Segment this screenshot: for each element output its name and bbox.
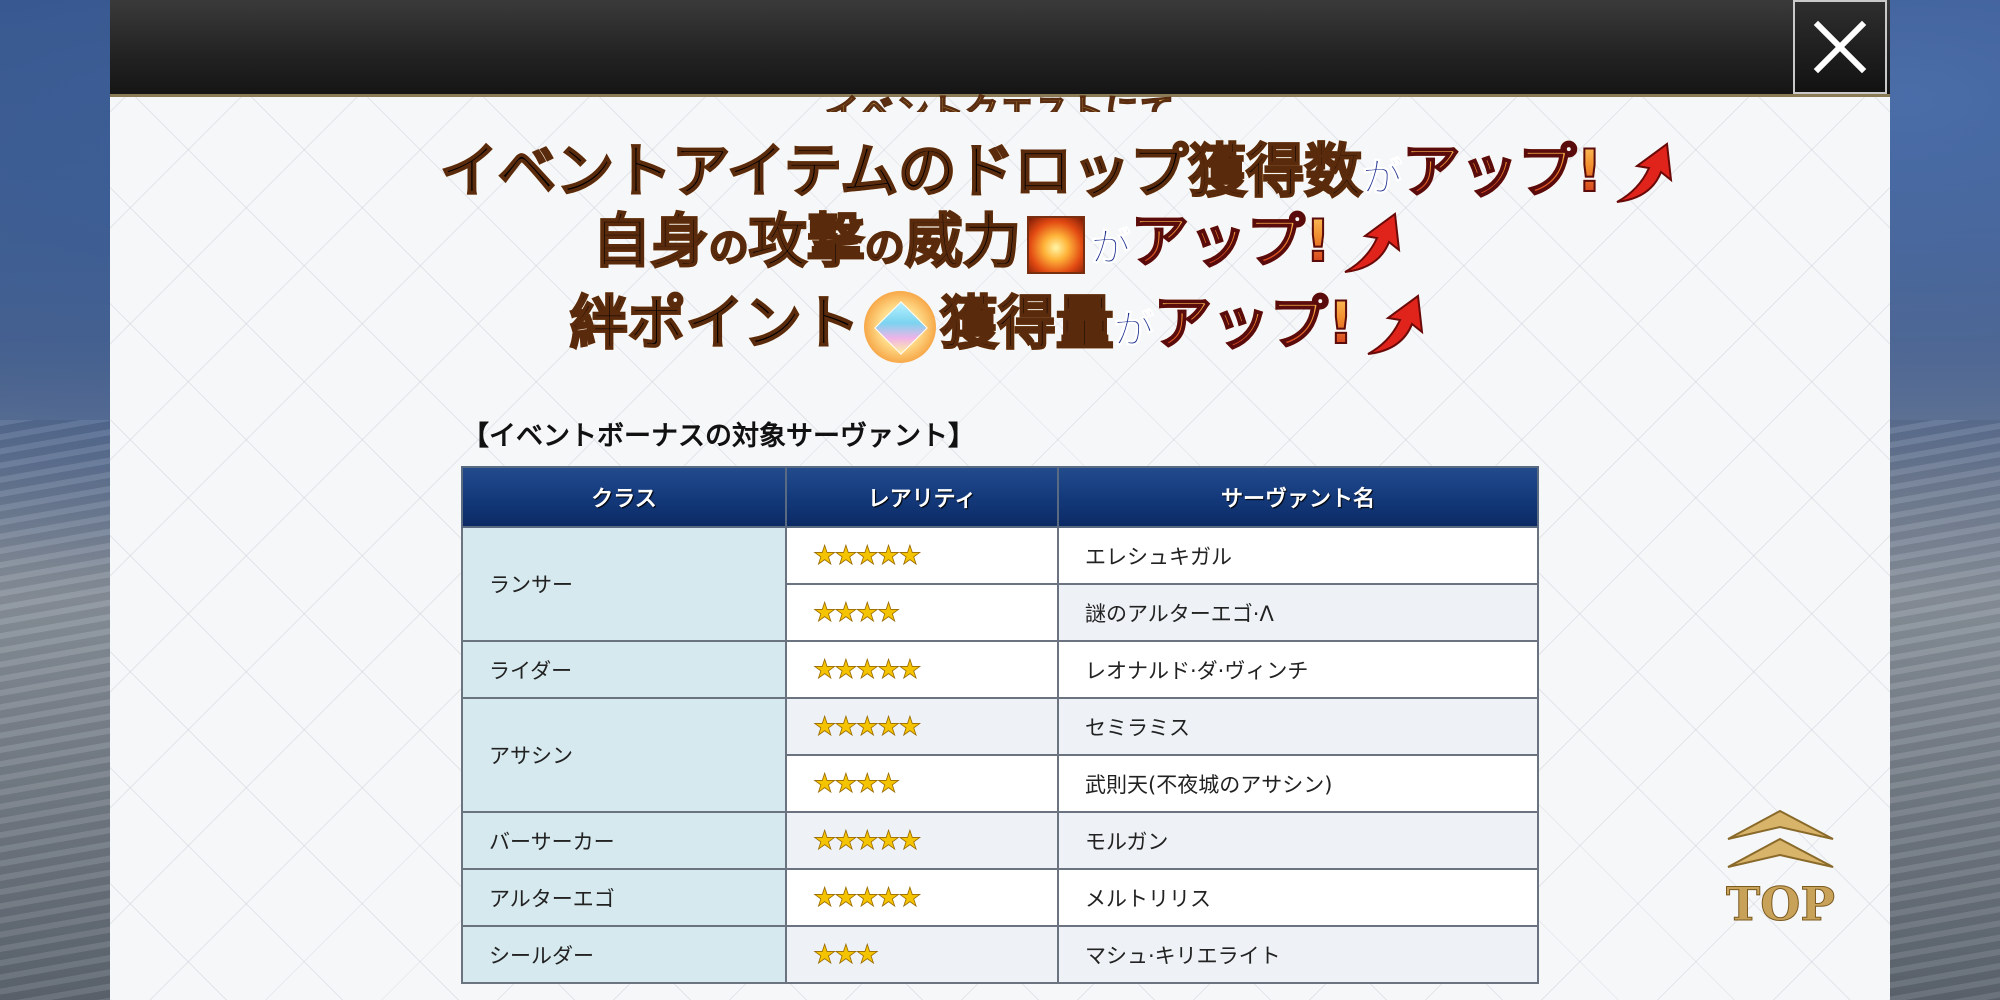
table-row: ランサー ★★★★★ エレシュキガル <box>461 526 1539 642</box>
section-title: 【イベントボーナスの対象サーヴァント】 <box>462 421 975 452</box>
banner-line-bond-up: 絆ポイント 獲得量がアップ! <box>440 276 1560 363</box>
rarity-cell: ★★★★ <box>785 583 1059 642</box>
column-header-class: クラス <box>461 466 787 528</box>
banner-particle: の <box>708 224 750 272</box>
up-arrow-icon <box>1616 142 1672 203</box>
rarity-stars: ★★★★★ <box>813 654 922 685</box>
rarity-stars: ★★★★★ <box>813 882 922 913</box>
table-row: バーサーカー ★★★★★ モルガン <box>461 811 1539 870</box>
scroll-to-top-button[interactable]: TOP <box>1718 805 1843 932</box>
banner-particle: が <box>1090 225 1131 272</box>
chevron-up-icon <box>1727 809 1834 868</box>
banner-particle: が <box>1113 307 1154 354</box>
class-cell: シールダー <box>461 925 787 984</box>
banner-text: 絆ポイント <box>569 288 861 358</box>
banner-text: 威力 <box>904 206 1022 276</box>
rarity-stars: ★★★ <box>813 939 880 970</box>
class-cell: ランサー <box>461 526 787 642</box>
table-header-row: クラス レアリティ サーヴァント名 <box>461 466 1539 528</box>
panel-header-bar <box>110 0 1890 97</box>
servant-name-cell: マシュ·キリエライト <box>1057 925 1539 984</box>
bond-gem-icon <box>873 301 928 355</box>
servant-name-cell: 武則天(不夜城のアサシン) <box>1057 754 1539 813</box>
bonus-servant-table: クラス レアリティ サーヴァント名 ランサー ★★★★★ エレシュキガル ★★★… <box>461 466 1539 984</box>
table-row: シールダー ★★★ マシュ·キリエライト <box>461 925 1539 984</box>
rarity-cell: ★★★★★ <box>785 526 1059 585</box>
rarity-stars: ★★★★ <box>813 768 901 799</box>
table-row: アルターエゴ ★★★★★ メルトリリス <box>461 868 1539 927</box>
servant-name-cell: レオナルド·ダ·ヴィンチ <box>1057 640 1539 699</box>
rarity-stars: ★★★★★ <box>813 825 922 856</box>
servant-name-cell: モルガン <box>1057 811 1539 870</box>
servant-name-cell: 謎のアルターエゴ·Λ <box>1057 583 1539 642</box>
servant-name-cell: セミラミス <box>1057 697 1539 756</box>
top-button-label: TOP <box>1726 877 1836 932</box>
banner-text: 自身 <box>592 206 710 276</box>
banner-text: 攻撃 <box>748 206 866 276</box>
servant-name-cell: エレシュキガル <box>1057 526 1539 585</box>
rarity-cell: ★★★ <box>785 925 1059 984</box>
close-button[interactable] <box>1793 0 1887 94</box>
rarity-cell: ★★★★★ <box>785 811 1059 870</box>
attack-power-icon <box>1026 215 1085 274</box>
column-header-servant-name: サーヴァント名 <box>1057 466 1539 528</box>
class-cell: アサシン <box>461 697 787 813</box>
class-cell: ライダー <box>461 640 787 699</box>
rarity-stars: ★★★★ <box>813 597 901 628</box>
rarity-cell: ★★★★★ <box>785 868 1059 927</box>
column-header-rarity: レアリティ <box>785 466 1059 528</box>
class-cell: アルターエゴ <box>461 868 787 927</box>
banner-text: 獲得量 <box>939 288 1115 358</box>
banner-line-attack-up: 自身の攻撃の威力 がアップ! <box>440 194 1560 280</box>
banner-line-intro: イベントクエストにて <box>824 91 1175 112</box>
servant-name-cell: メルトリリス <box>1057 868 1539 927</box>
banner-up-text: アップ! <box>1130 206 1332 276</box>
close-icon <box>1813 20 1867 74</box>
table-row: ライダー ★★★★★ レオナルド·ダ·ヴィンチ <box>461 640 1539 699</box>
rarity-cell: ★★★★★ <box>785 640 1059 699</box>
class-cell: バーサーカー <box>461 811 787 870</box>
event-bonus-banner: イベントクエストにて イベントアイテムのドロップ獲得数がアップ! 自身の攻撃の威… <box>439 90 1672 380</box>
rarity-cell: ★★★★ <box>785 754 1059 813</box>
table-row: アサシン ★★★★★ セミラミス <box>461 697 1539 813</box>
up-arrow-icon <box>1367 294 1424 355</box>
rarity-stars: ★★★★★ <box>813 711 922 742</box>
banner-particle: の <box>864 224 906 272</box>
banner-up-text: アップ! <box>1153 288 1355 358</box>
up-arrow-icon <box>1344 212 1401 273</box>
rarity-cell: ★★★★★ <box>785 697 1059 756</box>
bond-point-icon <box>863 290 936 363</box>
rarity-stars: ★★★★★ <box>813 540 922 571</box>
